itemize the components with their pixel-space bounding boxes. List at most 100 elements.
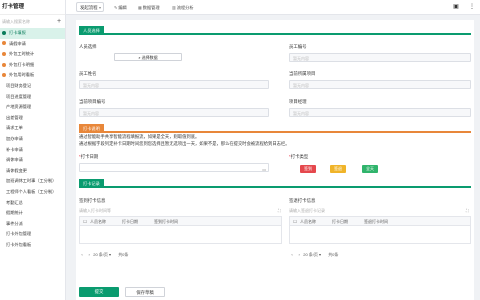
current-project-label: 当前所属项目 xyxy=(289,71,315,77)
sidebar-search: 请输入搜索名称 + xyxy=(0,15,65,28)
employee-name-field[interactable]: 暂无内容 xyxy=(79,80,269,89)
section-notice: 打卡说明 xyxy=(79,124,471,133)
flow-dropdown-label: 发起流程 xyxy=(80,5,98,10)
sidebar-list: 打卡填报请假申请 外包工时统计 外包打卡明细 外包用时看板项目财务登记 项目进度管理产地… xyxy=(0,28,65,250)
project-no-label: 当前项目编号 xyxy=(79,99,105,105)
sidebar-item[interactable]: 事件分派 xyxy=(0,219,65,230)
project-manager-field[interactable]: 暂无内容 xyxy=(289,108,471,117)
chevron-down-icon: ▾ xyxy=(319,252,322,257)
section-records-title: 打卡记录 xyxy=(79,179,104,188)
sidebar-item[interactable]: 出差管理 xyxy=(0,113,65,124)
sidebar-item[interactable]: 打卡填报 xyxy=(0,28,65,39)
checkin-table-title: 签到打卡信息 xyxy=(79,198,106,203)
sidebar-item[interactable]: 请假申请 xyxy=(0,39,65,50)
employee-no-label: 员工编号 xyxy=(289,44,307,50)
flow-analysis-button[interactable]: ▥流程分析 xyxy=(172,3,194,12)
save-draft-button[interactable]: 保存草稿 xyxy=(125,287,165,297)
person-label: 人员选择 xyxy=(79,44,97,50)
select-data-label: 选择数据 xyxy=(141,55,158,60)
sidebar-item[interactable]: 调休申请 xyxy=(0,155,65,166)
menu-dot-icon xyxy=(2,62,6,67)
sidebar-item[interactable]: 外包工时统计 xyxy=(0,49,65,60)
edit-button[interactable]: ✎编辑 xyxy=(114,3,127,12)
select-data-button[interactable]: ⌕ 选择数据 xyxy=(114,53,182,61)
form-canvas: 人员选择 人员选择 ⌕ 选择数据 员工编号 暂无内容 员工姓名 暂无内容 当前所… xyxy=(76,20,474,300)
plus-icon[interactable]: + xyxy=(55,18,63,25)
sidebar-item-label: 项目进度管理 xyxy=(6,93,32,99)
col-date: 打卡日期 xyxy=(332,219,348,224)
date-field[interactable]: ▭ xyxy=(79,163,269,172)
data-manage-button[interactable]: ▦数据管理 xyxy=(138,3,160,12)
sidebar: 打卡管理 请输入搜索名称 + 打卡填报请假申请 外包工时统计 外包打卡明细 外包用时看… xyxy=(0,0,66,300)
sidebar-item-label: 打卡填报 xyxy=(9,30,26,35)
prev-page-icon[interactable]: ‹ xyxy=(79,252,85,257)
sidebar-item-label: 考勤汇总 xyxy=(6,199,23,205)
employee-name-label: 员工姓名 xyxy=(79,71,97,77)
app-root: 打卡管理 请输入搜索名称 + 打卡填报请假申请 外包工时统计 外包打卡明细 外包用时看… xyxy=(0,0,480,300)
sidebar-item[interactable]: 外包打卡明细 xyxy=(0,60,65,71)
more-icon[interactable]: ⋮ xyxy=(468,3,476,12)
project-no-field[interactable]: 暂无内容 xyxy=(79,108,269,117)
sidebar-item[interactable]: 请求工单 xyxy=(0,123,65,134)
flow-dropdown[interactable]: 发起流程 ▾ xyxy=(76,2,104,12)
sidebar-item[interactable]: 请休假变更 xyxy=(0,166,65,177)
sidebar-item-label: 请求工单 xyxy=(6,125,23,131)
expand-icon[interactable]: ⛶ xyxy=(466,208,472,213)
sidebar-item[interactable]: 打卡外包管理 xyxy=(0,229,65,240)
sidebar-item[interactable]: 补卡申请 xyxy=(0,145,65,156)
sidebar-item-label: 请休假变更 xyxy=(6,167,27,173)
sidebar-item-label: 打卡外包管理 xyxy=(6,231,32,237)
sidebar-item[interactable]: 外包用时看板 xyxy=(0,70,65,81)
page-size[interactable]: 20 条/页 xyxy=(93,252,108,257)
next-page-icon[interactable]: › xyxy=(296,252,302,257)
sidebar-item-label: 调休申请 xyxy=(6,157,23,163)
checkout-pager: ‹ › 20 条/页 ▾ 共0条 xyxy=(289,252,338,258)
section-records-line xyxy=(79,186,471,188)
submit-button[interactable]: 提交 xyxy=(79,287,119,297)
chevron-down-icon: ▾ xyxy=(109,252,112,257)
sidebar-item-label: 外包用时看板 xyxy=(9,72,35,78)
chip-checkin[interactable]: 签到 xyxy=(300,165,316,173)
sidebar-item-label: 外包打卡明细 xyxy=(9,61,35,67)
layout-icon[interactable]: ▣ xyxy=(452,3,460,12)
col-person: 人员名称 xyxy=(90,219,106,224)
sidebar-item[interactable]: 工程师个人看板（工分制） xyxy=(0,187,65,198)
employee-no-field[interactable]: 暂无内容 xyxy=(289,53,471,62)
person-label-text: 人员选择 xyxy=(79,44,97,49)
sidebar-item[interactable]: 加办申请 xyxy=(0,134,65,145)
checkout-table-title: 签退打卡信息 xyxy=(289,198,316,203)
menu-dot-icon xyxy=(2,52,6,57)
sidebar-item-label: 补卡申请 xyxy=(6,146,23,152)
section-person-title: 人员选择 xyxy=(79,26,104,35)
menu-dot-icon xyxy=(2,30,6,35)
current-project-field[interactable]: 暂无内容 xyxy=(289,80,471,89)
sidebar-item[interactable]: 产地资源管理 xyxy=(0,102,65,113)
checkbox[interactable]: ☐ xyxy=(290,217,300,225)
page-size[interactable]: 20 条/页 xyxy=(303,252,318,257)
edit-icon: ✎ xyxy=(114,5,118,10)
sidebar-title: 打卡管理 xyxy=(0,0,65,15)
type-label: *打卡类型 xyxy=(289,154,308,160)
checkin-table: ☐ 人员名称 打卡日期 签到打卡时间 xyxy=(79,216,282,244)
sidebar-item-label: 假期统计 xyxy=(6,210,23,216)
sidebar-item[interactable]: 打卡外包看板 xyxy=(0,240,65,251)
employee-name-label-text: 员工姓名 xyxy=(79,71,97,76)
sidebar-item[interactable]: 项目财务登记 xyxy=(0,81,65,92)
sidebar-item[interactable]: 考勤汇总 xyxy=(0,198,65,209)
chip-fullday[interactable]: 全天 xyxy=(362,165,378,173)
sidebar-item-label: 出差管理 xyxy=(6,114,23,120)
chip-checkout[interactable]: 签退 xyxy=(330,165,346,173)
notice-line-2: 通过根据字段列定补卡日期时间您到您选择且暂无选项出一天，如果不是，那么在提交时会… xyxy=(79,140,290,146)
data-manage-button-label: 数据管理 xyxy=(142,5,160,10)
sidebar-search-input[interactable]: 请输入搜索名称 xyxy=(2,17,55,26)
checkout-table-header: ☐ 人员名称 打卡日期 签退打卡时间 xyxy=(290,217,470,226)
sidebar-item[interactable]: 项目进度管理 xyxy=(0,92,65,103)
sidebar-item[interactable]: 加班调休工时事（工分制） xyxy=(0,176,65,187)
sidebar-item[interactable]: 假期统计 xyxy=(0,208,65,219)
chart-icon: ▥ xyxy=(172,5,176,10)
checkbox[interactable]: ☐ xyxy=(80,217,90,225)
next-page-icon[interactable]: › xyxy=(86,252,92,257)
prev-page-icon[interactable]: ‹ xyxy=(289,252,295,257)
chevron-down-icon: ▾ xyxy=(98,5,101,10)
col-checkin-time: 签到打卡时间 xyxy=(154,219,178,224)
